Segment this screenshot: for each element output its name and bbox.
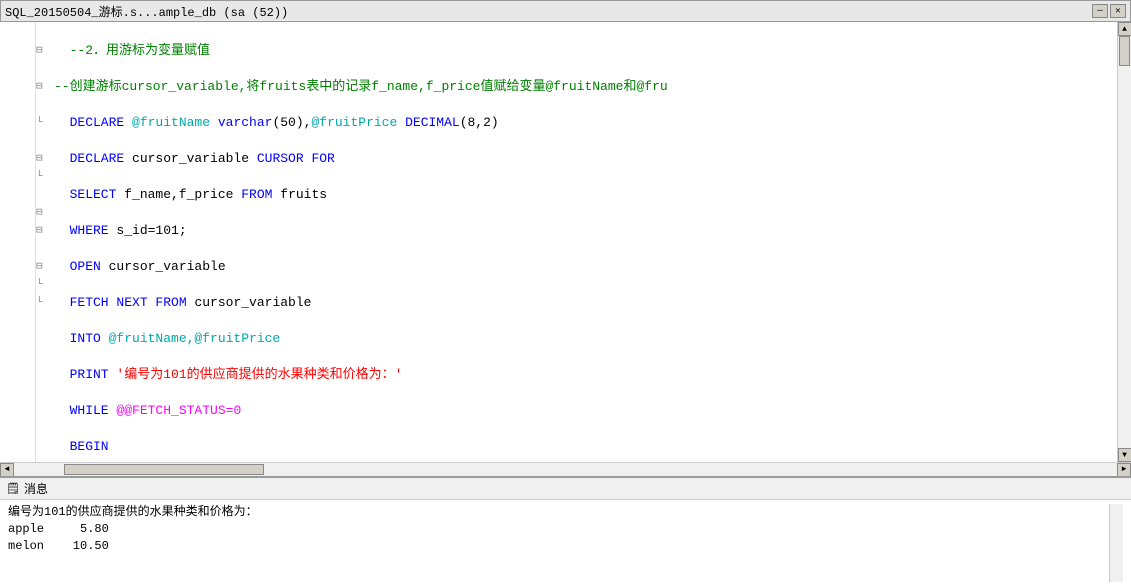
fold-column: ⊟ ⊟ └ ⊟ └ ⊟ ⊟ ⊟ └ └ [36, 22, 50, 462]
scroll-down-button[interactable]: ▼ [1118, 448, 1131, 462]
window-controls: ─ ✕ [1092, 4, 1126, 18]
h-scroll-thumb[interactable] [64, 464, 264, 475]
h-scroll-track[interactable] [14, 463, 1117, 476]
output-header: 🗒 消息 [0, 478, 1131, 500]
scroll-up-button[interactable]: ▲ [1118, 22, 1131, 36]
code-content: --2．用游标为变量赋值 --创建游标cursor_variable,将frui… [50, 22, 1117, 462]
output-text: 编号为101的供应商提供的水果种类和价格为： apple 5.80 melon … [8, 504, 1109, 582]
title-bar: SQL_20150504_游标.s...ample_db (sa (52)) ─… [0, 0, 1131, 22]
scroll-right-button[interactable]: ► [1117, 463, 1131, 477]
minimize-button[interactable]: ─ [1092, 4, 1108, 18]
line-numbers [0, 22, 36, 462]
vertical-scrollbar[interactable]: ▲ ▼ [1117, 22, 1131, 462]
editor-container: ⊟ ⊟ └ ⊟ └ ⊟ ⊟ ⊟ └ └ --2．用 [0, 22, 1131, 586]
code-editor[interactable]: ⊟ ⊟ └ ⊟ └ ⊟ ⊟ ⊟ └ └ --2．用 [0, 22, 1131, 462]
code-area: ⊟ ⊟ └ ⊟ └ ⊟ ⊟ ⊟ └ └ --2．用 [0, 22, 1131, 476]
code-content-wrapper[interactable]: --2．用游标为变量赋值 --创建游标cursor_variable,将frui… [50, 22, 1117, 462]
scroll-left-button[interactable]: ◄ [0, 463, 14, 477]
title-text: SQL_20150504_游标.s...ample_db (sa (52)) [5, 3, 1092, 20]
output-icon: 🗒 [6, 482, 20, 496]
scroll-track[interactable] [1118, 36, 1131, 448]
scroll-thumb[interactable] [1119, 36, 1130, 66]
output-header-text: 消息 [24, 480, 48, 497]
output-content: 编号为101的供应商提供的水果种类和价格为： apple 5.80 melon … [0, 500, 1131, 586]
close-button[interactable]: ✕ [1110, 4, 1126, 18]
output-panel: 🗒 消息 编号为101的供应商提供的水果种类和价格为： apple 5.80 m… [0, 476, 1131, 586]
output-scrollbar[interactable] [1109, 504, 1123, 582]
horizontal-scrollbar[interactable]: ◄ ► [0, 462, 1131, 476]
